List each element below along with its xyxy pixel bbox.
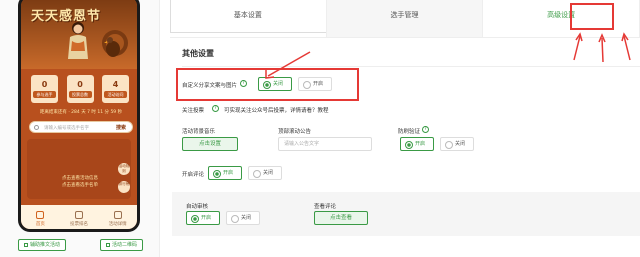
view-comments-label: 查看评论 (314, 204, 337, 210)
tab-player-management[interactable]: 选手管理 (326, 0, 484, 37)
search-icon (34, 125, 39, 130)
stat-value: 0 (41, 80, 48, 89)
notice-input[interactable]: 请输入公告文字 (278, 137, 372, 151)
follow-vote-label: 关注投票 (182, 108, 205, 114)
event-qrcode-button[interactable]: 活动二维码 (100, 239, 144, 251)
details-icon (113, 211, 122, 219)
countdown-timer: 距离结束还有 · 284 天 7 时 11 分 59 秒 (39, 110, 123, 115)
follow-vote-hint: 可实现关注公众号后投票，详情请看？教程 (224, 108, 329, 114)
auto-audit-label: 自动审核 (186, 204, 209, 210)
search-placeholder: 请输入编号或选手名字 (44, 126, 89, 131)
girl-illustration-icon (68, 22, 88, 59)
anti-brush-on-option[interactable]: 开启 (400, 137, 434, 151)
ranking-icon (74, 211, 83, 219)
stat-label: 活动访问 (104, 91, 127, 98)
stat-value: 0 (77, 80, 83, 89)
stats-row: 0 参与选手 0 投票总数 4 活动访问 (31, 75, 129, 105)
comment-off-option[interactable]: 关闭 (248, 166, 282, 180)
phone-tabbar: 首页 投票排名 活动详情 (21, 205, 137, 229)
annotation-arrows-icon (573, 32, 631, 63)
phone-preview: 天天感恩节 0 参与选手 0 投票总数 4 活动访问 距离结束还有 · 284 … (18, 0, 140, 232)
section-title: 其他设置 (182, 49, 214, 58)
content-text: 点击查看活动信息 点击查看选手名单 (62, 176, 98, 188)
help-icon[interactable]: ? (212, 105, 219, 112)
home-icon (36, 211, 45, 219)
tab-home[interactable]: 首页 (25, 211, 55, 227)
notice-label: 顶部滚动公告 (278, 129, 312, 135)
comment-on-option[interactable]: 开启 (208, 166, 242, 180)
section-divider (182, 66, 640, 67)
tab-label: 活动详情 (108, 222, 127, 227)
turkey-illustration-icon (102, 30, 128, 57)
event-banner: 天天感恩节 (21, 0, 137, 69)
button-label: 辅助推文活动 (30, 242, 61, 248)
button-label: 活动二维码 (112, 242, 138, 248)
view-comments-button[interactable]: 点击查看 (314, 211, 368, 225)
search-button[interactable]: 搜索 (116, 124, 126, 131)
tab-label: 投票排名 (69, 222, 88, 227)
anti-brush-label: 防刷验证 (398, 129, 421, 135)
annotation-arrow-icon (265, 51, 311, 79)
phone-content-area: 点击查看活动信息 点击查看选手名单 (27, 139, 131, 199)
music-set-button[interactable]: 点击设置 (182, 137, 238, 151)
comment-label: 开启评论 (182, 172, 205, 178)
share-label: 自定义分享文案与图片 (182, 83, 238, 89)
advanced-tab-highlight (570, 3, 614, 30)
side-button-rules[interactable]: 活动规则 (118, 163, 130, 175)
stat-label: 投票总数 (68, 91, 92, 98)
tab-event-details[interactable]: 活动详情 (103, 211, 133, 227)
side-button-ranking[interactable]: 排行榜 (118, 181, 130, 193)
assist-article-button[interactable]: 辅助推文活动 (18, 239, 67, 251)
help-icon[interactable]: ? (240, 80, 247, 87)
checkbox-icon (24, 242, 28, 247)
stat-participants: 0 参与选手 (31, 75, 58, 103)
stat-visits: 4 活动访问 (102, 75, 129, 103)
music-label: 活动背景音乐 (182, 129, 216, 135)
tab-basic-settings[interactable]: 基本设置 (170, 0, 327, 37)
help-icon[interactable]: ? (422, 126, 429, 133)
stat-label: 参与选手 (33, 91, 56, 98)
app-root: 天天感恩节 0 参与选手 0 投票总数 4 活动访问 距离结束还有 · 284 … (0, 0, 640, 257)
tab-vote-ranking[interactable]: 投票排名 (64, 211, 94, 227)
preview-panel: 天天感恩节 0 参与选手 0 投票总数 4 活动访问 距离结束还有 · 284 … (0, 0, 160, 257)
qrcode-icon (106, 242, 110, 247)
tab-label: 首页 (35, 222, 45, 227)
phone-search-bar[interactable]: 请输入编号或选手名字 搜索 (29, 121, 133, 133)
auto-audit-on-option[interactable]: 开启 (186, 211, 220, 225)
auto-audit-off-option[interactable]: 关闭 (226, 211, 260, 225)
stat-value: 4 (112, 80, 119, 89)
anti-brush-off-option[interactable]: 关闭 (440, 137, 474, 151)
stat-votes: 0 投票总数 (66, 75, 94, 103)
